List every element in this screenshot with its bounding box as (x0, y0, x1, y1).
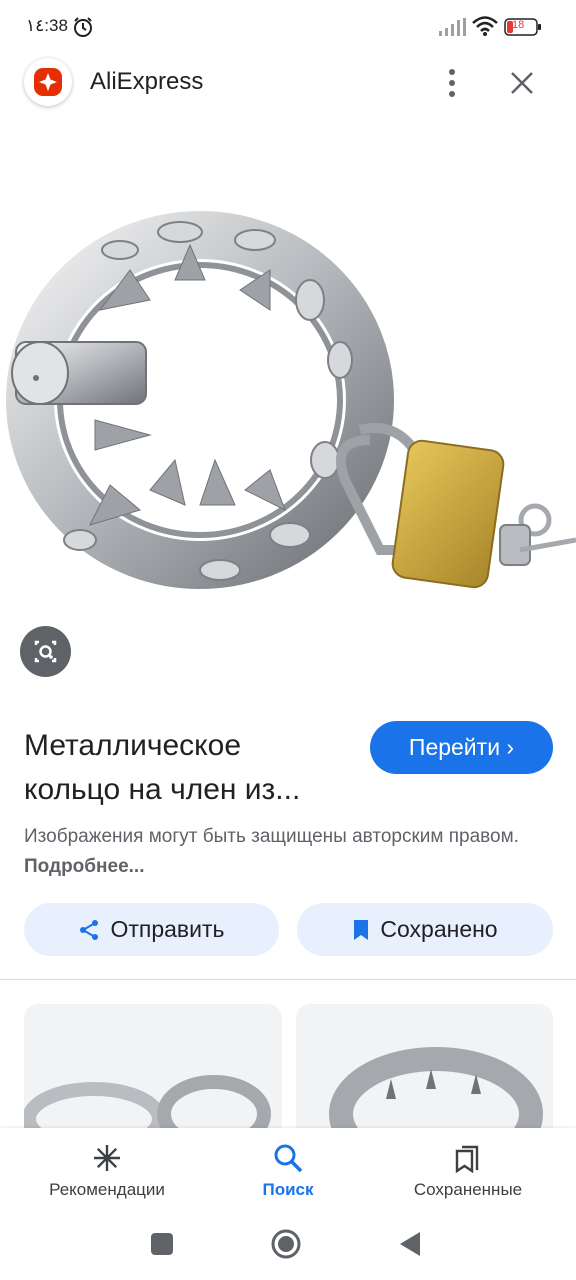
status-time: ١٤:38 (26, 16, 68, 35)
bottom-navigation: Рекомендации Поиск Сохраненные (0, 1128, 576, 1218)
share-label: Отправить (110, 916, 225, 942)
nav-recommendations[interactable]: Рекомендации (24, 1128, 190, 1218)
wifi-icon (472, 16, 498, 36)
signal-icon (439, 18, 466, 36)
collections-icon (455, 1145, 479, 1174)
nav-saved[interactable]: Сохраненные (390, 1128, 546, 1218)
search-icon (274, 1144, 303, 1173)
recent-apps-icon[interactable] (150, 1232, 174, 1256)
battery-level: 18 (512, 19, 525, 31)
app-logo (24, 58, 72, 106)
copyright-note: Изображения могут быть защищены авторски… (24, 822, 554, 882)
nav-label: Рекомендации (49, 1180, 165, 1199)
more-info-link[interactable]: Подробнее... (24, 856, 144, 877)
nav-label: Сохраненные (413, 1180, 523, 1199)
share-button[interactable]: Отправить (24, 903, 279, 956)
save-label: Сохранено (380, 916, 498, 942)
app-title: AliExpress (90, 68, 204, 95)
status-bar: ١٤:38 18 (0, 0, 576, 52)
battery-icon: 18 (504, 17, 542, 37)
system-navigation (0, 1218, 576, 1280)
back-icon[interactable] (398, 1230, 422, 1258)
divider (0, 979, 576, 980)
product-image[interactable] (0, 130, 576, 630)
lens-icon (34, 640, 57, 663)
bookmark-icon (354, 919, 369, 940)
share-icon (80, 919, 99, 940)
asterisk-icon (94, 1145, 120, 1171)
nav-label: Поиск (262, 1180, 314, 1199)
home-icon[interactable] (270, 1228, 302, 1260)
more-options-icon[interactable] (434, 64, 470, 102)
product-title[interactable]: Металлическое кольцо на член из... (24, 724, 344, 812)
go-to-site-button[interactable]: Перейти › (370, 721, 553, 774)
save-button[interactable]: Сохранено (297, 903, 553, 956)
lens-search-button[interactable] (20, 626, 71, 677)
close-icon[interactable] (504, 64, 540, 102)
copyright-text: Изображения могут быть защищены авторски… (24, 826, 519, 847)
nav-search[interactable]: Поиск (220, 1128, 356, 1218)
alarm-icon (74, 17, 92, 37)
